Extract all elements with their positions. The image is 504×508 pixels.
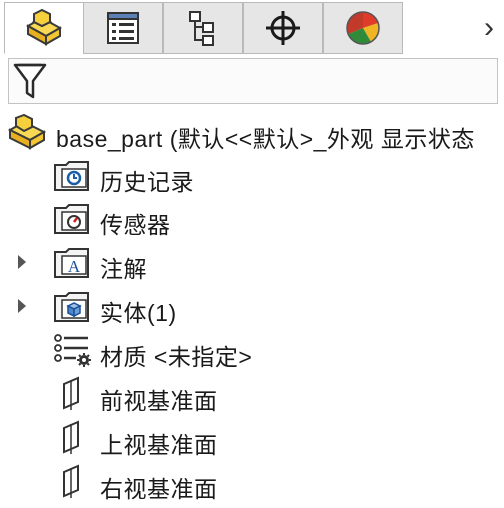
tree-item-annotations[interactable]: A 注解 bbox=[0, 242, 504, 282]
tree-item-label: 历史记录 bbox=[100, 169, 194, 195]
tab-configurationmanager[interactable] bbox=[163, 2, 243, 54]
filter-funnel-icon bbox=[13, 63, 47, 99]
manager-tab-bar: › bbox=[0, 0, 504, 56]
part-icon bbox=[8, 114, 47, 150]
tree-item-front-plane[interactable]: 前视基准面 bbox=[0, 374, 504, 414]
part-feature-tree-icon bbox=[25, 8, 63, 46]
tab-featuremanager[interactable] bbox=[4, 2, 84, 54]
tree-item-solid-bodies[interactable]: 实体(1) bbox=[0, 286, 504, 326]
tree-item-label: 注解 bbox=[100, 256, 147, 282]
filter-bar[interactable] bbox=[8, 58, 498, 104]
tree-item-sensors[interactable]: 传感器 bbox=[0, 198, 504, 238]
tab-displaymanager[interactable] bbox=[323, 2, 403, 54]
expand-arrow-icon[interactable] bbox=[18, 299, 26, 313]
tree-item-label: 传感器 bbox=[100, 212, 171, 238]
tree-root-part[interactable]: base_part (默认<<默认>_外观 显示状态 bbox=[0, 112, 504, 152]
tree-item-label: 前视基准面 bbox=[100, 388, 218, 414]
tree-root-label: base_part (默认<<默认>_外观 显示状态 bbox=[56, 126, 475, 152]
tree-item-right-plane[interactable]: 右视基准面 bbox=[0, 462, 504, 502]
plane-icon bbox=[63, 420, 79, 454]
tab-dimxpertmanager[interactable] bbox=[243, 2, 323, 54]
plane-icon bbox=[63, 464, 79, 498]
property-list-icon bbox=[107, 12, 139, 44]
sensor-folder-icon bbox=[54, 204, 89, 234]
tree-item-history[interactable]: 历史记录 bbox=[0, 155, 504, 195]
tree-item-label: 材质 <未指定> bbox=[100, 344, 253, 370]
svg-text:A: A bbox=[68, 257, 81, 276]
chevron-right-icon: › bbox=[484, 11, 494, 44]
tab-propertymanager[interactable] bbox=[83, 2, 163, 54]
tree-item-material[interactable]: 材质 <未指定> bbox=[0, 330, 504, 370]
expand-arrow-icon[interactable] bbox=[18, 255, 26, 269]
solid-bodies-folder-icon bbox=[54, 292, 89, 322]
more-tabs-arrow[interactable]: › bbox=[404, 2, 504, 54]
plane-icon bbox=[63, 376, 79, 410]
crosshair-target-icon bbox=[266, 11, 300, 45]
tree-item-label: 右视基准面 bbox=[100, 476, 218, 502]
material-icon bbox=[54, 334, 91, 367]
annotation-folder-icon: A bbox=[54, 248, 89, 278]
color-pie-icon bbox=[346, 11, 380, 45]
history-folder-icon bbox=[54, 161, 89, 191]
tree-item-label: 上视基准面 bbox=[100, 432, 218, 458]
tree-item-top-plane[interactable]: 上视基准面 bbox=[0, 418, 504, 458]
tree-item-label: 实体(1) bbox=[100, 300, 177, 326]
configuration-tree-icon bbox=[189, 11, 214, 46]
